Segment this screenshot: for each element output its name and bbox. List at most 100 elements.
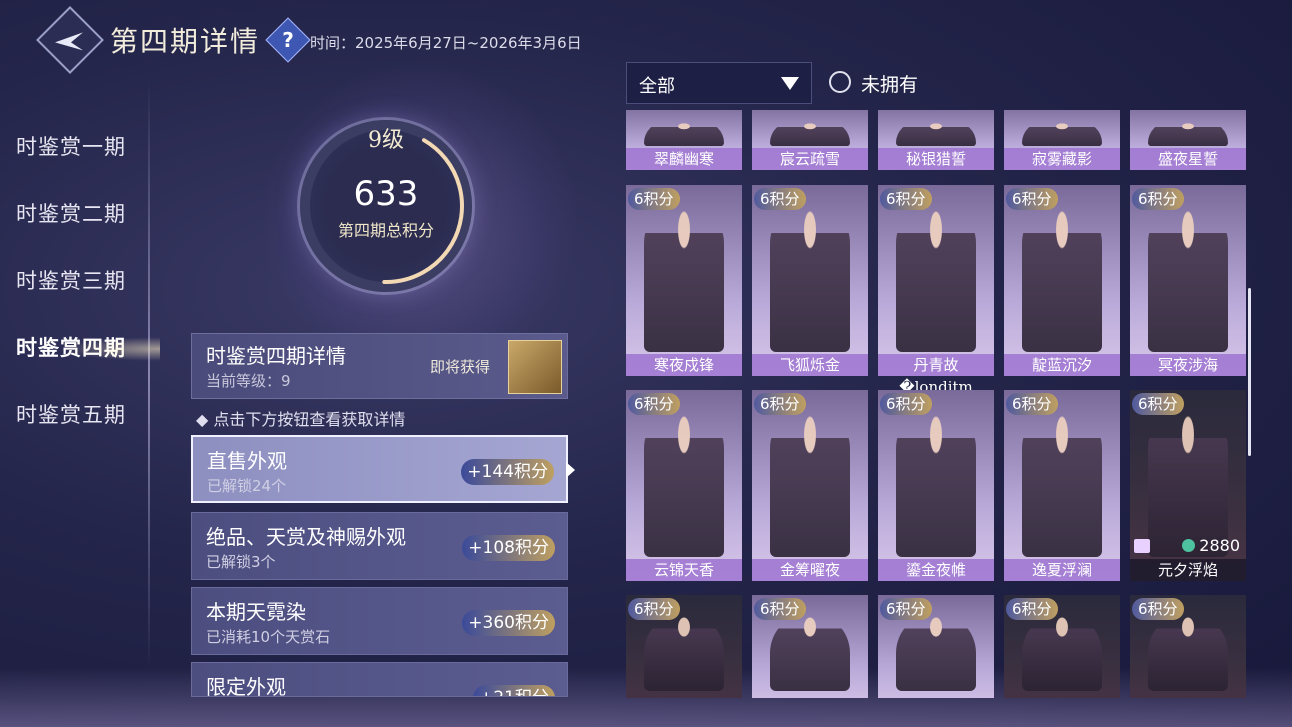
costume-figure bbox=[770, 203, 850, 352]
costume-figure bbox=[1148, 122, 1228, 146]
costume-figure bbox=[896, 122, 976, 146]
category-points: +108积分 bbox=[462, 535, 555, 561]
points-badge: 6积分 bbox=[880, 393, 932, 415]
category-premium[interactable]: 绝品、天赏及神赐外观 已解锁3个 +108积分 bbox=[191, 512, 568, 580]
upcoming-reward-label: 即将获得 bbox=[430, 358, 491, 376]
nav-item-period-2[interactable]: 时鉴赏二期 bbox=[0, 187, 150, 254]
costume-figure bbox=[1022, 122, 1102, 146]
costume-name: 丹青故�londitm bbox=[878, 354, 994, 396]
time-range: 时间：2025年6月27日~2026年3月6日 bbox=[310, 34, 582, 52]
costume-figure bbox=[644, 203, 724, 352]
detail-title: 时鉴赏四期详情 bbox=[206, 344, 346, 368]
category-limited[interactable]: 限定外观 +21积分 bbox=[191, 662, 568, 697]
costume-figure bbox=[1148, 203, 1228, 352]
category-sub: 已解锁24个 bbox=[207, 477, 287, 495]
total-score-label: 第四期总积分 bbox=[337, 221, 434, 240]
costume-figure bbox=[644, 122, 724, 146]
costume-card[interactable]: 6积分 bbox=[1004, 595, 1120, 698]
points-badge: 6积分 bbox=[1132, 188, 1184, 210]
points-badge: 6积分 bbox=[628, 188, 680, 210]
costume-name: 寒夜戍锋 bbox=[626, 354, 742, 376]
costume-grid: 翠麟幽寒 宸云疏雪 秘银猎誓 寂雾藏影 盛夜星誓 6积分 寒夜戍锋 6积分 飞狐烁金… bbox=[626, 110, 1248, 698]
back-arrow-icon bbox=[55, 32, 83, 51]
costume-card[interactable]: 6积分 逸夏浮澜 bbox=[1004, 390, 1120, 581]
costume-name: 靛蓝沉汐 bbox=[1004, 354, 1120, 376]
costume-figure bbox=[644, 613, 724, 691]
costume-card[interactable]: 6积分 靛蓝沉汐 bbox=[1004, 185, 1120, 376]
costume-card-locked[interactable]: 6积分 2880 元夕浮焰 bbox=[1130, 390, 1246, 581]
category-sub: 已解锁3个 bbox=[206, 553, 276, 571]
costume-card[interactable]: 6积分 bbox=[626, 595, 742, 698]
category-points: +144积分 bbox=[461, 459, 554, 485]
costume-card[interactable]: 6积分 bbox=[1130, 595, 1246, 698]
category-name: 直售外观 bbox=[207, 449, 287, 473]
costume-figure bbox=[644, 408, 724, 557]
costume-card[interactable]: 寂雾藏影 bbox=[1004, 110, 1120, 170]
costume-card[interactable]: 宸云疏雪 bbox=[752, 110, 868, 170]
total-score: 633 bbox=[353, 174, 419, 214]
lock-icon bbox=[1134, 539, 1150, 553]
price-tag: 2880 bbox=[1182, 536, 1240, 555]
costume-figure bbox=[770, 408, 850, 557]
costume-card[interactable]: 6积分金筹曜夜 bbox=[752, 390, 868, 581]
nav-item-period-5[interactable]: 时鉴赏五期 bbox=[0, 388, 150, 455]
costume-figure bbox=[1022, 613, 1102, 691]
period-detail-panel[interactable]: 时鉴赏四期详情 当前等级：9 即将获得 bbox=[191, 333, 568, 399]
costume-name: 寂雾藏影 bbox=[1004, 148, 1120, 170]
costume-figure bbox=[770, 122, 850, 146]
level-label: 9级 bbox=[368, 128, 404, 153]
points-badge: 6积分 bbox=[628, 393, 680, 415]
unowned-label: 未拥有 bbox=[861, 74, 919, 96]
current-level: 当前等级：9 bbox=[206, 372, 291, 390]
nav-item-period-4[interactable]: 时鉴赏四期 bbox=[0, 321, 160, 388]
chevron-down-icon bbox=[781, 77, 799, 90]
costume-card[interactable]: 翠麟幽寒 bbox=[626, 110, 742, 170]
costume-figure bbox=[896, 613, 976, 691]
points-badge: 6积分 bbox=[1006, 393, 1058, 415]
category-points: +21积分 bbox=[473, 685, 555, 696]
help-button[interactable]: ? bbox=[265, 17, 311, 63]
costume-name: 秘银猎誓 bbox=[878, 148, 994, 170]
category-name: 绝品、天赏及神赐外观 bbox=[206, 525, 406, 549]
costume-name: 金筹曜夜 bbox=[752, 559, 868, 581]
costume-figure bbox=[1148, 408, 1228, 557]
costume-card[interactable]: 6积分寒夜戍锋 bbox=[626, 185, 742, 376]
costume-card[interactable]: 6积分鎏金夜帷 bbox=[878, 390, 994, 581]
costume-card[interactable]: 6积分云锦天香 bbox=[626, 390, 742, 581]
costume-name: 翠麟幽寒 bbox=[626, 148, 742, 170]
nav-item-period-3[interactable]: 时鉴赏三期 bbox=[0, 254, 150, 321]
costume-name: 元夕浮焰 bbox=[1130, 559, 1246, 581]
category-direct-sale[interactable]: 直售外观 已解锁24个 +144积分 bbox=[191, 435, 568, 503]
costume-card[interactable]: 秘银猎誓 bbox=[878, 110, 994, 170]
points-badge: 6积分 bbox=[754, 393, 806, 415]
costume-name: 云锦天香 bbox=[626, 559, 742, 581]
costume-card[interactable]: 6积分 bbox=[752, 595, 868, 698]
costume-figure bbox=[1022, 203, 1102, 352]
points-badge: 6积分 bbox=[880, 188, 932, 210]
category-dye[interactable]: 本期天霓染 已消耗10个天赏石 +360积分 bbox=[191, 587, 568, 655]
costume-name: 飞狐烁金 bbox=[752, 354, 868, 376]
grid-scrollbar[interactable] bbox=[1248, 288, 1251, 456]
category-sub: 已消耗10个天赏石 bbox=[206, 628, 331, 646]
costume-name: 鎏金夜帷 bbox=[878, 559, 994, 581]
selected-arrow-icon bbox=[566, 462, 575, 478]
period-nav: 时鉴赏一期 时鉴赏二期 时鉴赏三期 时鉴赏四期 时鉴赏五期 bbox=[0, 120, 160, 455]
points-badge: 6积分 bbox=[754, 188, 806, 210]
nav-item-period-1[interactable]: 时鉴赏一期 bbox=[0, 120, 150, 187]
page-title: 第四期详情 bbox=[110, 25, 261, 58]
filter-dropdown[interactable]: 全部 bbox=[626, 62, 812, 104]
costume-name: 盛夜星誓 bbox=[1130, 148, 1246, 170]
costume-card[interactable]: 6积分 冥夜涉海 bbox=[1130, 185, 1246, 376]
question-icon: ? bbox=[282, 28, 294, 52]
dropdown-value: 全部 bbox=[639, 76, 675, 97]
category-name: 本期天霓染 bbox=[206, 600, 306, 624]
unowned-radio[interactable] bbox=[829, 71, 851, 93]
costume-card[interactable]: 6积分 bbox=[878, 595, 994, 698]
costume-card[interactable]: 盛夜星誓 bbox=[1130, 110, 1246, 170]
costume-card[interactable]: 6积分飞狐烁金 bbox=[752, 185, 868, 376]
category-points: +360积分 bbox=[462, 610, 555, 636]
points-badge: 6积分 bbox=[628, 598, 680, 620]
back-button[interactable] bbox=[36, 6, 104, 74]
costume-card[interactable]: 6积分丹青故�londitm bbox=[878, 185, 994, 396]
upcoming-reward-image[interactable] bbox=[508, 340, 562, 394]
